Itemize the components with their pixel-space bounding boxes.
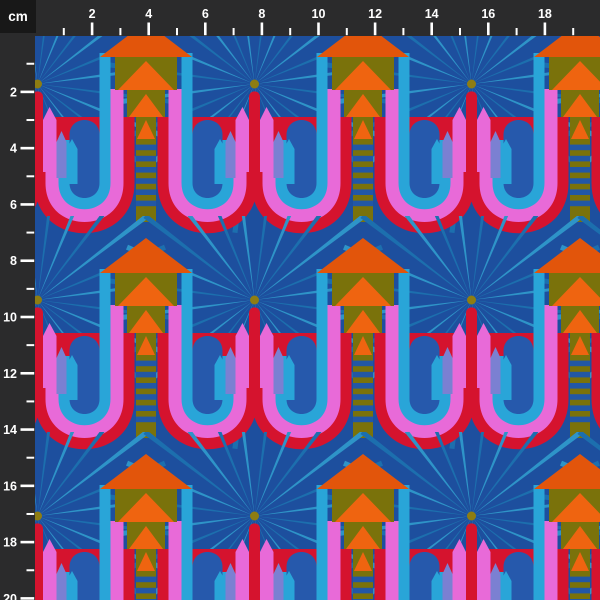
left-ruler: 2 4 6 8 10 12 14 16 18 20 [0,36,35,600]
top-ruler: 2 4 6 8 10 12 14 16 18 [0,0,600,36]
fabric-preview-window: 2 4 6 8 10 12 14 16 18 2 4 6 8 10 12 14 16 18 20 cm [0,0,600,600]
ruler-label: 4 [10,142,17,156]
ruler-label: 18 [3,536,17,550]
ruler-label: 14 [3,423,17,437]
ruler-label: 8 [258,7,265,21]
ruler-label: 4 [145,7,152,21]
fabric-preview-scene: 2 4 6 8 10 12 14 16 18 2 4 6 8 10 12 14 16 18 20 cm [0,0,600,600]
ruler-label: 16 [3,479,17,493]
fabric-swatch [35,36,600,600]
ruler-label: 20 [3,592,17,600]
ruler-label: 8 [10,254,17,268]
ruler-label: 10 [3,311,17,325]
ruler-label: 6 [202,7,209,21]
unit-label: cm [8,9,28,24]
ruler-label: 2 [10,85,17,99]
ruler-label: 12 [3,367,17,381]
ruler-label: 10 [312,7,326,21]
ruler-label: 2 [89,7,96,21]
ruler-label: 12 [368,7,382,21]
ruler-corner: cm [0,0,36,33]
ruler-label: 14 [425,7,439,21]
ruler-label: 18 [538,7,552,21]
ruler-label: 16 [481,7,495,21]
ruler-label: 6 [10,198,17,212]
